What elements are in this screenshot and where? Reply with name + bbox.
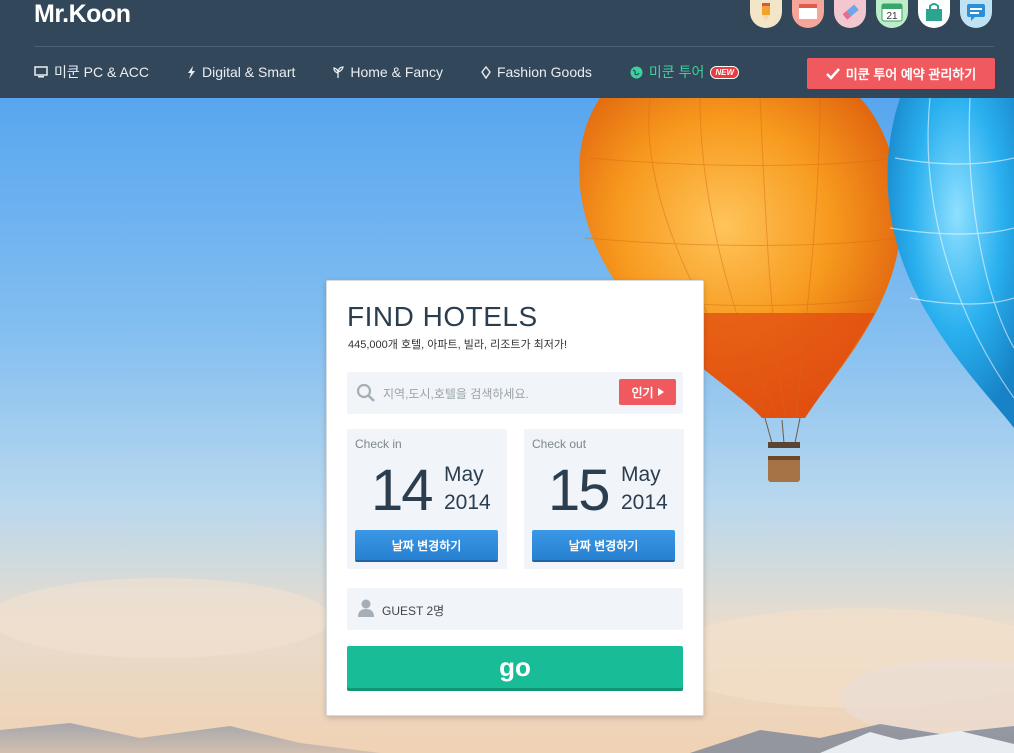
guest-selector[interactable]: GUEST 2명 bbox=[347, 588, 683, 630]
nav-label: 미쿤 투어 bbox=[648, 64, 705, 80]
nav-item-home-fancy[interactable]: Home & Fancy bbox=[333, 64, 443, 80]
card-title: FIND HOTELS bbox=[347, 301, 538, 332]
new-badge: NEW bbox=[710, 65, 740, 79]
search-box: 인기 bbox=[347, 372, 683, 414]
search-input[interactable] bbox=[381, 382, 615, 406]
go-button[interactable]: go bbox=[347, 646, 683, 688]
check-in-label: Check in bbox=[355, 437, 402, 451]
plant-icon bbox=[333, 65, 345, 78]
popular-label: 인기 bbox=[631, 385, 654, 400]
check-out-label: Check out bbox=[532, 437, 587, 451]
card-subtitle: 445,000개 호텔, 아파트, 빌라, 리조트가 최저가! bbox=[348, 339, 568, 351]
check-out-day: 15 bbox=[548, 458, 610, 523]
manage-reservation-button[interactable]: 미쿤 투어 예약 관리하기 bbox=[807, 58, 995, 89]
diamond-icon bbox=[481, 65, 491, 79]
logo[interactable]: Mr.Koon bbox=[34, 0, 131, 29]
nav-label: Digital & Smart bbox=[202, 64, 296, 80]
hero-background: FIND HOTELS 445,000개 호텔, 아파트, 빌라, 리조트가 최… bbox=[0, 98, 1014, 753]
check-out-year: 2014 bbox=[621, 491, 668, 514]
lightning-icon bbox=[188, 65, 196, 79]
nav-item-tour[interactable]: 미쿤 투어 NEW bbox=[630, 62, 740, 82]
quick-icons: 21 bbox=[750, 0, 992, 28]
nav-label: Fashion Goods bbox=[496, 64, 592, 80]
main-nav: 미쿤 PC & ACC Digital & Smart Home & Fancy… bbox=[34, 56, 740, 88]
chat-icon[interactable] bbox=[960, 0, 992, 28]
user-icon bbox=[358, 599, 374, 617]
check-in-change-button[interactable]: 날짜 변경하기 bbox=[355, 530, 498, 560]
checkmark-icon bbox=[825, 67, 840, 80]
header-divider bbox=[34, 46, 994, 47]
check-in-year: 2014 bbox=[444, 491, 491, 514]
check-in-box: Check in 14 May 2014 날짜 변경하기 bbox=[347, 429, 507, 569]
calendar-page-icon[interactable] bbox=[792, 0, 824, 28]
nav-item-pc-acc[interactable]: 미쿤 PC & ACC bbox=[34, 62, 149, 82]
globe-icon bbox=[630, 66, 643, 78]
nav-label: Home & Fancy bbox=[350, 64, 443, 80]
nav-item-fashion-goods[interactable]: Fashion Goods bbox=[481, 64, 592, 80]
guest-count: GUEST 2명 bbox=[382, 604, 445, 618]
shopping-bag-icon[interactable] bbox=[918, 0, 950, 28]
search-icon bbox=[356, 383, 375, 402]
calendar-icon[interactable]: 21 bbox=[876, 0, 908, 28]
calendar-icon-date: 21 bbox=[886, 11, 898, 22]
hotel-search-card: FIND HOTELS 445,000개 호텔, 아파트, 빌라, 리조트가 최… bbox=[326, 280, 704, 716]
pencil-icon[interactable] bbox=[750, 0, 782, 28]
nav-item-digital-smart[interactable]: Digital & Smart bbox=[187, 64, 295, 80]
eraser-icon[interactable] bbox=[834, 0, 866, 28]
popular-button[interactable]: 인기 bbox=[619, 379, 676, 405]
nav-label: 미쿤 PC & ACC bbox=[54, 64, 150, 80]
monitor-icon bbox=[34, 66, 48, 78]
check-out-box: Check out 15 May 2014 날짜 변경하기 bbox=[524, 429, 684, 569]
top-header: Mr.Koon 21 미쿤 PC & ACC Digital & Smart H… bbox=[0, 0, 1014, 98]
check-in-day: 14 bbox=[371, 458, 433, 523]
check-in-month: May bbox=[444, 463, 484, 486]
caret-right-icon bbox=[657, 388, 664, 396]
check-out-change-button[interactable]: 날짜 변경하기 bbox=[532, 530, 675, 560]
manage-reservation-label: 미쿤 투어 예약 관리하기 bbox=[845, 67, 977, 82]
check-out-month: May bbox=[621, 463, 661, 486]
